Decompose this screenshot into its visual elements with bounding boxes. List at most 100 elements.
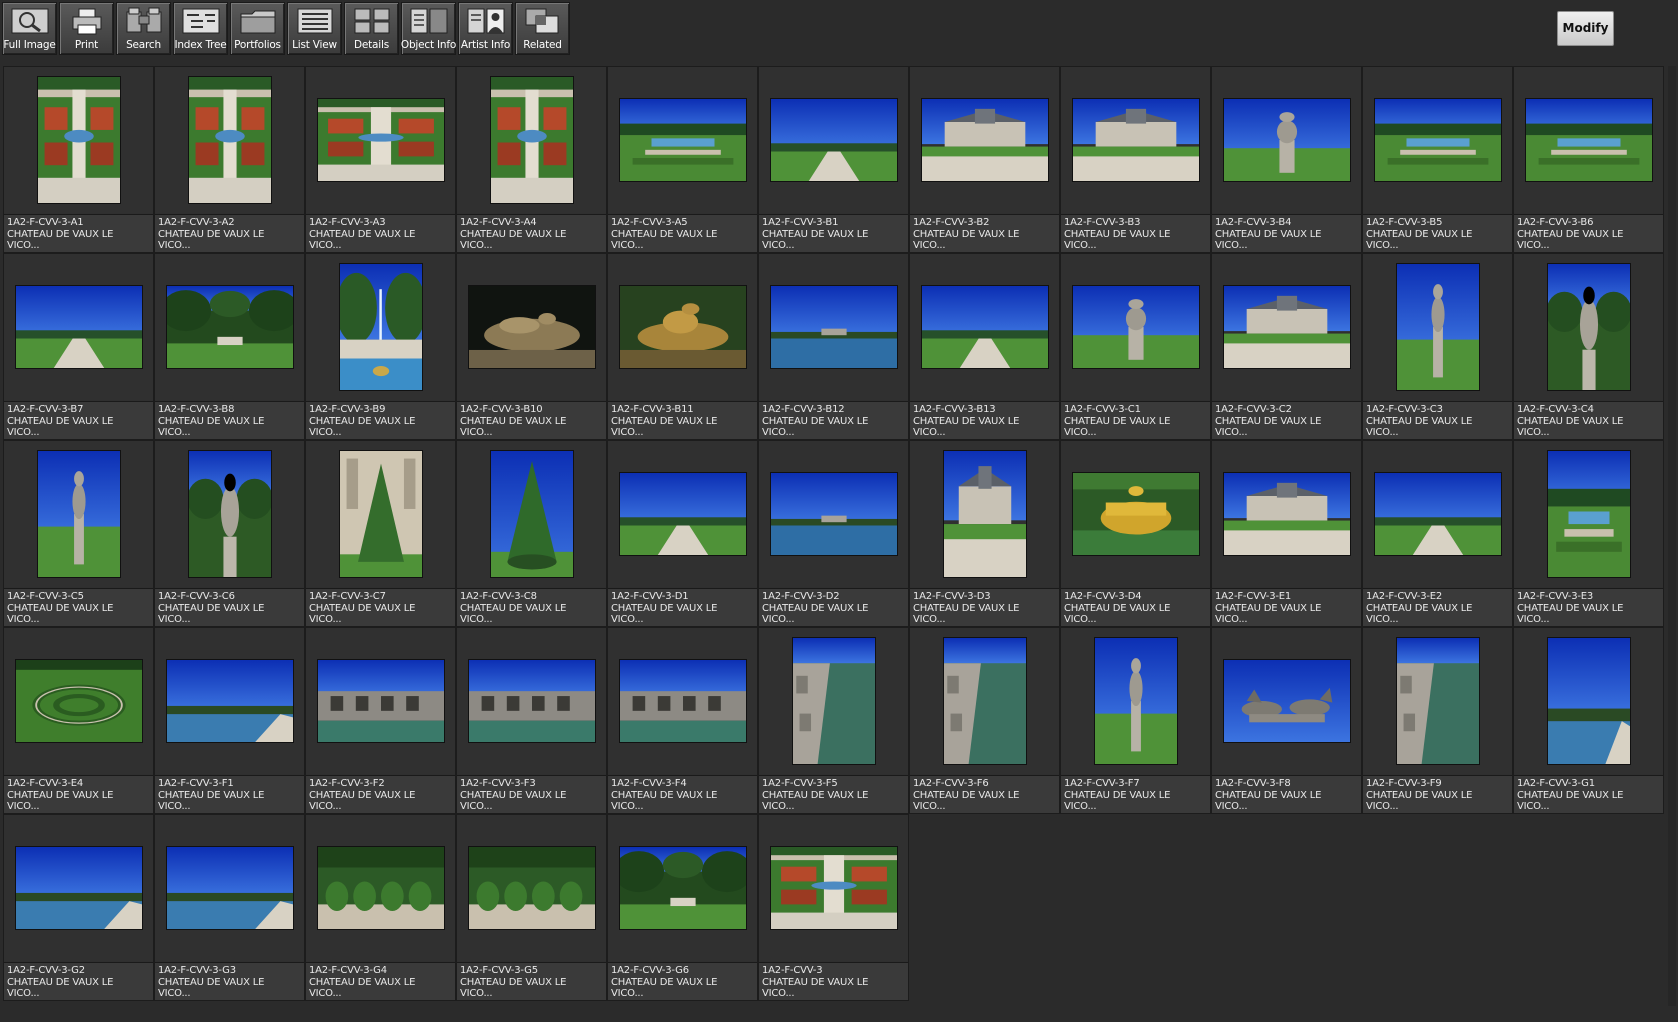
thumbnail-image[interactable]: [1222, 472, 1351, 556]
thumbnail-image[interactable]: [467, 285, 596, 369]
thumbnail-image[interactable]: [165, 285, 294, 369]
thumbnail-image-area[interactable]: [759, 441, 908, 587]
thumbnail-image[interactable]: [1373, 98, 1502, 182]
thumbnail-cell[interactable]: 1A2-F-CVV-3-D2 CHATEAU DE VAUX LE VICO...: [758, 440, 909, 627]
thumbnail-image-area[interactable]: [306, 254, 455, 400]
thumbnail-image-area[interactable]: [4, 628, 153, 774]
thumbnail-cell[interactable]: 1A2-F-CVV-3-C6 CHATEAU DE VAUX LE VICO...: [154, 440, 305, 627]
object-info-button[interactable]: Object Info: [401, 2, 456, 55]
thumbnail-cell[interactable]: 1A2-F-CVV-3-F4 CHATEAU DE VAUX LE VICO...: [607, 627, 758, 814]
thumbnail-cell[interactable]: 1A2-F-CVV-3-D1 CHATEAU DE VAUX LE VICO...: [607, 440, 758, 627]
thumbnail-image-area[interactable]: [457, 254, 606, 400]
thumbnail-image-area[interactable]: [155, 815, 304, 961]
thumbnail-cell[interactable]: 1A2-F-CVV-3-C5 CHATEAU DE VAUX LE VICO...: [3, 440, 154, 627]
thumbnail-image[interactable]: [338, 263, 423, 391]
thumbnail-cell[interactable]: 1A2-F-CVV-3-B9 CHATEAU DE VAUX LE VICO...: [305, 253, 456, 440]
thumbnail-image-area[interactable]: [608, 67, 757, 213]
thumbnail-cell[interactable]: 1A2-F-CVV-3-B12 CHATEAU DE VAUX LE VICO..…: [758, 253, 909, 440]
thumbnail-image[interactable]: [1093, 637, 1178, 765]
modify-button[interactable]: Modify: [1557, 11, 1614, 46]
thumbnail-cell[interactable]: 1A2-F-CVV-3-E2 CHATEAU DE VAUX LE VICO...: [1362, 440, 1513, 627]
thumbnail-cell[interactable]: 1A2-F-CVV-3-B13 CHATEAU DE VAUX LE VICO..…: [909, 253, 1060, 440]
related-button[interactable]: Related: [515, 2, 570, 55]
thumbnail-cell[interactable]: 1A2-F-CVV-3-G4 CHATEAU DE VAUX LE VICO...: [305, 814, 456, 1001]
thumbnail-image[interactable]: [920, 285, 1049, 369]
thumbnail-image-area[interactable]: [910, 628, 1059, 774]
thumbnail-image-area[interactable]: [1363, 441, 1512, 587]
thumbnail-cell[interactable]: 1A2-F-CVV-3-C7 CHATEAU DE VAUX LE VICO...: [305, 440, 456, 627]
thumbnail-image[interactable]: [489, 450, 574, 578]
thumbnail-image[interactable]: [618, 846, 747, 930]
thumbnail-image-area[interactable]: [155, 254, 304, 400]
thumbnail-cell[interactable]: 1A2-F-CVV-3-B7 CHATEAU DE VAUX LE VICO...: [3, 253, 154, 440]
thumbnail-cell[interactable]: 1A2-F-CVV-3-G5 CHATEAU DE VAUX LE VICO...: [456, 814, 607, 1001]
thumbnail-cell[interactable]: 1A2-F-CVV-3-F5 CHATEAU DE VAUX LE VICO...: [758, 627, 909, 814]
thumbnail-image-area[interactable]: [1212, 441, 1361, 587]
thumbnail-cell[interactable]: 1A2-F-CVV-3-A3 CHATEAU DE VAUX LE VICO...: [305, 66, 456, 253]
vertical-scrollbar[interactable]: [1668, 66, 1676, 1006]
thumbnail-image[interactable]: [14, 659, 143, 743]
thumbnail-image[interactable]: [1222, 98, 1351, 182]
thumbnail-image[interactable]: [769, 846, 898, 930]
thumbnail-cell[interactable]: 1A2-F-CVV-3-A5 CHATEAU DE VAUX LE VICO...: [607, 66, 758, 253]
thumbnail-image[interactable]: [165, 846, 294, 930]
thumbnail-cell[interactable]: 1A2-F-CVV-3-G3 CHATEAU DE VAUX LE VICO...: [154, 814, 305, 1001]
thumbnail-image-area[interactable]: [457, 67, 606, 213]
thumbnail-cell[interactable]: 1A2-F-CVV-3-B8 CHATEAU DE VAUX LE VICO...: [154, 253, 305, 440]
thumbnail-image-area[interactable]: [306, 441, 455, 587]
thumbnail-cell[interactable]: 1A2-F-CVV-3-F9 CHATEAU DE VAUX LE VICO...: [1362, 627, 1513, 814]
thumbnail-image-area[interactable]: [4, 441, 153, 587]
thumbnail-cell[interactable]: 1A2-F-CVV-3-B1 CHATEAU DE VAUX LE VICO...: [758, 66, 909, 253]
thumbnail-image-area[interactable]: [4, 67, 153, 213]
thumbnail-image-area[interactable]: [457, 441, 606, 587]
thumbnail-image[interactable]: [1071, 285, 1200, 369]
thumbnail-cell[interactable]: 1A2-F-CVV-3-C3 CHATEAU DE VAUX LE VICO...: [1362, 253, 1513, 440]
thumbnail-image[interactable]: [316, 659, 445, 743]
thumbnail-image[interactable]: [467, 659, 596, 743]
details-button[interactable]: Details: [344, 2, 399, 55]
thumbnail-cell[interactable]: 1A2-F-CVV-3-A4 CHATEAU DE VAUX LE VICO...: [456, 66, 607, 253]
thumbnail-image-area[interactable]: [155, 628, 304, 774]
thumbnail-cell[interactable]: 1A2-F-CVV-3-B2 CHATEAU DE VAUX LE VICO...: [909, 66, 1060, 253]
thumbnail-image[interactable]: [316, 846, 445, 930]
thumbnail-cell[interactable]: 1A2-F-CVV-3-B11 CHATEAU DE VAUX LE VICO..…: [607, 253, 758, 440]
thumbnail-image[interactable]: [1071, 472, 1200, 556]
thumbnail-cell[interactable]: 1A2-F-CVV-3-E1 CHATEAU DE VAUX LE VICO...: [1211, 440, 1362, 627]
thumbnail-image-area[interactable]: [910, 254, 1059, 400]
thumbnail-image-area[interactable]: [1514, 441, 1663, 587]
thumbnail-image-area[interactable]: [1212, 67, 1361, 213]
thumbnail-image-area[interactable]: [1212, 628, 1361, 774]
thumbnail-image-area[interactable]: [1363, 628, 1512, 774]
thumbnail-image[interactable]: [489, 76, 574, 204]
full-image-button[interactable]: Full Image: [2, 2, 57, 55]
thumbnail-image-area[interactable]: [1061, 254, 1210, 400]
thumbnail-cell[interactable]: 1A2-F-CVV-3-A2 CHATEAU DE VAUX LE VICO...: [154, 66, 305, 253]
thumbnail-cell[interactable]: 1A2-F-CVV-3-B6 CHATEAU DE VAUX LE VICO...: [1513, 66, 1664, 253]
thumbnail-image[interactable]: [1524, 98, 1653, 182]
thumbnail-image-area[interactable]: [4, 254, 153, 400]
thumbnail-image[interactable]: [187, 450, 272, 578]
thumbnail-image-area[interactable]: [759, 67, 908, 213]
thumbnail-image[interactable]: [1546, 263, 1631, 391]
thumbnail-cell[interactable]: 1A2-F-CVV-3-F2 CHATEAU DE VAUX LE VICO...: [305, 627, 456, 814]
thumbnail-image[interactable]: [769, 285, 898, 369]
thumbnail-image[interactable]: [1071, 98, 1200, 182]
thumbnail-image-area[interactable]: [457, 628, 606, 774]
thumbnail-image[interactable]: [1546, 450, 1631, 578]
thumbnail-cell[interactable]: 1A2-F-CVV-3-E4 CHATEAU DE VAUX LE VICO...: [3, 627, 154, 814]
thumbnail-image[interactable]: [165, 659, 294, 743]
thumbnail-image[interactable]: [1222, 659, 1351, 743]
thumbnail-image-area[interactable]: [1363, 67, 1512, 213]
thumbnail-cell[interactable]: 1A2-F-CVV-3-F8 CHATEAU DE VAUX LE VICO...: [1211, 627, 1362, 814]
thumbnail-cell[interactable]: 1A2-F-CVV-3-B3 CHATEAU DE VAUX LE VICO...: [1060, 66, 1211, 253]
thumbnail-image[interactable]: [187, 76, 272, 204]
thumbnail-image[interactable]: [618, 98, 747, 182]
thumbnail-image-area[interactable]: [1514, 628, 1663, 774]
thumbnail-image-area[interactable]: [306, 628, 455, 774]
portfolios-button[interactable]: Portfolios: [230, 2, 285, 55]
print-button[interactable]: Print: [59, 2, 114, 55]
thumbnail-cell[interactable]: 1A2-F-CVV-3-B5 CHATEAU DE VAUX LE VICO...: [1362, 66, 1513, 253]
thumbnail-image[interactable]: [36, 76, 121, 204]
thumbnail-image-area[interactable]: [1363, 254, 1512, 400]
thumbnail-image[interactable]: [942, 450, 1027, 578]
